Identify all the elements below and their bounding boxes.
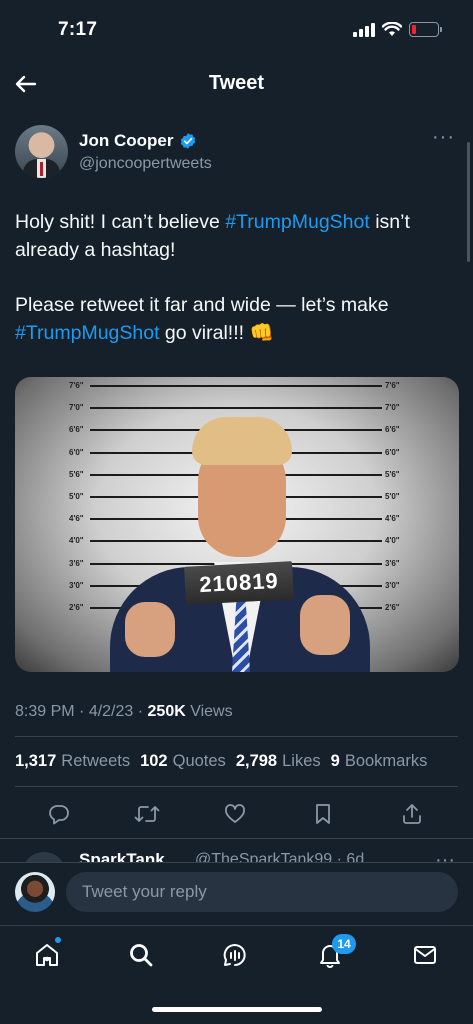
height-label: 7'0"	[385, 403, 400, 413]
mugshot-figure	[110, 417, 370, 672]
height-label: 6'6"	[69, 425, 84, 435]
height-label: 4'6"	[385, 514, 400, 524]
hashtag-link[interactable]: #TrumpMugShot	[225, 211, 370, 233]
hashtag-link[interactable]: #TrumpMugShot	[15, 322, 160, 344]
views-count: 250K	[147, 703, 186, 720]
divider	[15, 786, 458, 787]
more-options-button[interactable]: ···	[432, 127, 455, 147]
stat-count: 2,798	[235, 752, 278, 770]
reply-input[interactable]	[66, 872, 458, 912]
nav-messages[interactable]	[410, 940, 440, 970]
retweet-icon	[134, 806, 160, 822]
home-icon	[36, 944, 58, 966]
tweet-text-segment: go viral!!! 👊	[159, 322, 274, 344]
tweet-date: 4/2/23	[88, 703, 134, 720]
stat-retweets[interactable]: 1,317 Retweets	[15, 752, 130, 771]
tweet-paragraph: Please retweet it far and wide — let’s m…	[15, 291, 460, 347]
height-label: 2'6"	[385, 603, 400, 612]
author-handle[interactable]: @joncoopertweets	[79, 155, 212, 173]
divider	[15, 736, 458, 737]
nav-home[interactable]	[32, 940, 62, 970]
stat-count: 102	[140, 752, 168, 770]
height-label: 5'6"	[69, 469, 84, 479]
battery-icon	[409, 22, 442, 37]
tweet-text-segment: Please retweet it far and wide — let’s m…	[15, 294, 389, 316]
scrollbar[interactable]	[467, 142, 470, 262]
height-label: 4'0"	[385, 536, 400, 546]
height-label: 3'0"	[69, 580, 84, 590]
height-label: 7'6"	[385, 381, 400, 390]
height-label: 7'6"	[69, 381, 84, 390]
divider	[0, 838, 473, 839]
stat-bookmarks[interactable]: 9 Bookmarks	[331, 752, 428, 771]
author-name[interactable]: Jon Cooper	[79, 131, 173, 151]
action-bar	[0, 800, 473, 830]
reply-icon	[49, 805, 69, 825]
tweet-paragraph: Holy shit! I can’t believe #TrumpMugShot…	[15, 208, 460, 264]
author-avatar[interactable]	[15, 125, 68, 178]
stat-label: Bookmarks	[344, 752, 428, 770]
mail-icon	[414, 946, 436, 964]
bookmark-icon	[316, 804, 330, 824]
nav-spaces[interactable]	[220, 940, 250, 970]
cellular-signal-icon	[353, 22, 375, 37]
reply-button[interactable]	[45, 800, 73, 828]
stat-label: Retweets	[61, 752, 131, 770]
height-label: 4'0"	[69, 536, 84, 546]
tweet-text-segment: Holy shit! I can’t believe	[15, 211, 226, 233]
tweet-image[interactable]: 7'6" 7'6" 7'0" 7'0" 6'6" 6'6" 6'0" 6'0" 5'6" 5'6"…	[15, 377, 459, 672]
bookmark-button[interactable]	[309, 800, 337, 828]
tweet-meta: 8:39 PM · 4/2/23 · 250K Views	[15, 703, 233, 720]
more-horizontal-icon: ···	[432, 126, 455, 148]
status-time: 7:17	[58, 19, 98, 40]
height-label: 5'0"	[69, 492, 84, 501]
home-indicator[interactable]	[152, 1007, 322, 1012]
tweet-time: 8:39 PM	[15, 703, 75, 720]
height-label: 3'6"	[69, 558, 84, 568]
height-label: 4'6"	[69, 514, 84, 524]
height-label: 7'0"	[69, 403, 84, 413]
unread-dot	[55, 937, 61, 943]
stat-quotes[interactable]: 102 Quotes	[140, 752, 226, 771]
height-label: 6'0"	[69, 447, 84, 457]
page-title: Tweet	[208, 72, 265, 94]
stat-label: Quotes	[172, 752, 226, 770]
mugshot-placard: 210819	[184, 561, 294, 605]
height-label: 2'6"	[69, 603, 84, 612]
share-icon	[403, 804, 421, 824]
heart-icon	[225, 804, 245, 823]
height-line	[90, 407, 382, 410]
status-icons	[353, 22, 442, 37]
retweet-button[interactable]	[133, 800, 161, 828]
tweet-stats: 1,317 Retweets 102 Quotes 2,798 Likes 9 Book…	[15, 752, 427, 771]
verified-badge-icon	[181, 133, 196, 149]
views-label: Views	[190, 703, 233, 720]
wifi-icon	[382, 22, 402, 36]
height-label: 3'6"	[385, 558, 400, 568]
height-label: 6'6"	[385, 425, 400, 435]
tweet-text: Holy shit! I can’t believe #TrumpMugShot…	[15, 208, 460, 374]
height-label: 5'0"	[385, 492, 400, 501]
stat-label: Likes	[282, 752, 321, 770]
stat-likes[interactable]: 2,798 Likes	[236, 752, 321, 771]
author-name-row[interactable]: Jon Cooper	[79, 131, 197, 151]
spaces-icon	[223, 944, 246, 966]
search-icon	[130, 944, 153, 967]
stat-count: 1,317	[15, 752, 57, 770]
nav-search[interactable]	[126, 940, 156, 970]
current-user-avatar[interactable]	[15, 872, 55, 912]
height-label: 5'6"	[385, 469, 400, 479]
height-label: 3'0"	[385, 580, 400, 590]
height-line	[90, 385, 382, 387]
like-button[interactable]	[221, 800, 249, 828]
share-button[interactable]	[398, 800, 426, 828]
notifications-badge: 14	[332, 934, 356, 954]
height-label: 6'0"	[385, 447, 400, 457]
stat-count: 9	[330, 752, 340, 770]
